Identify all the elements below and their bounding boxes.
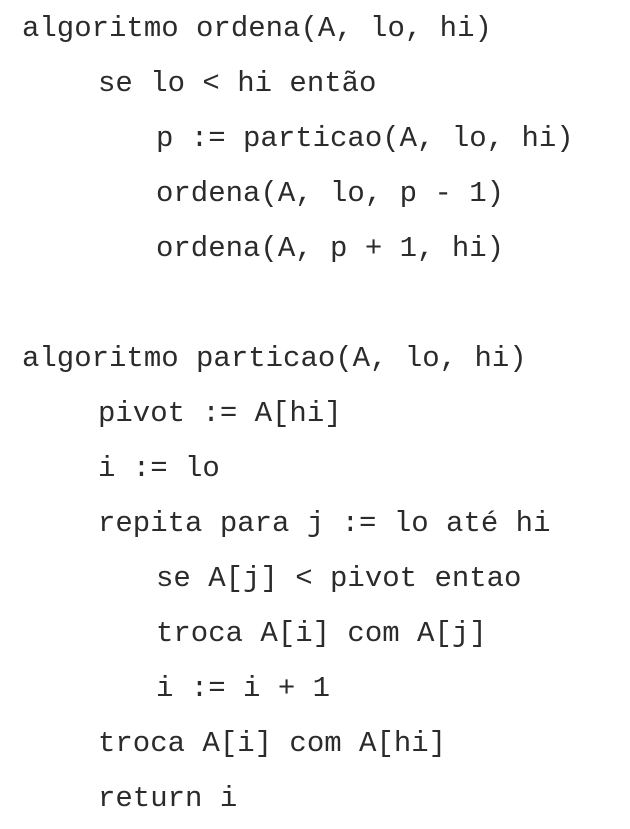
code-line-ordena-header: algoritmo ordena(A, lo, hi) xyxy=(22,12,492,45)
code-line-compare: se A[j] < pivot entao xyxy=(156,562,522,595)
code-line-ordena-right: ordena(A, p + 1, hi) xyxy=(156,232,505,265)
code-line-pivot-assign: pivot := A[hi] xyxy=(98,397,342,430)
code-line-swap-inner: troca A[i] com A[j] xyxy=(156,617,487,650)
code-line-increment: i := i + 1 xyxy=(156,672,331,705)
pseudocode-listing: algoritmo ordena(A, lo, hi) se lo < hi e… xyxy=(0,0,630,829)
code-line-ordena-left: ordena(A, lo, p - 1) xyxy=(156,177,505,210)
code-line-if-condition: se lo < hi então xyxy=(98,67,377,100)
code-line-i-assign: i := lo xyxy=(98,452,220,485)
code-line-for-loop: repita para j := lo até hi xyxy=(98,507,551,540)
code-line-partition-call: p := particao(A, lo, hi) xyxy=(156,122,574,155)
code-line-particao-header: algoritmo particao(A, lo, hi) xyxy=(22,342,527,375)
code-line-swap-pivot: troca A[i] com A[hi] xyxy=(98,727,447,760)
code-line-return: return i xyxy=(98,782,238,815)
